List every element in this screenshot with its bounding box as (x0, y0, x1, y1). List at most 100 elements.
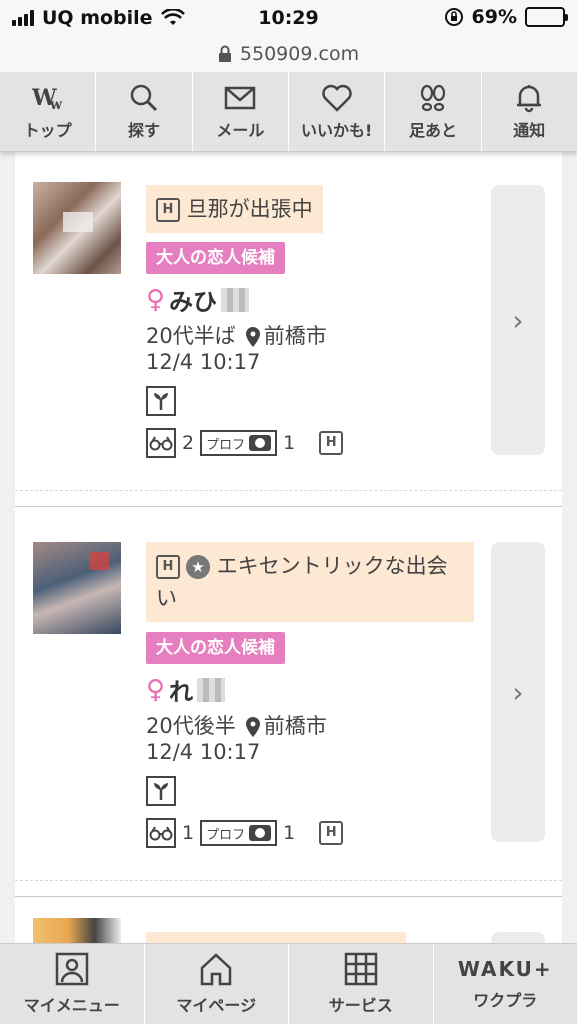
female-icon: ♀ (146, 284, 166, 315)
nav-notification[interactable]: 通知 (482, 72, 577, 151)
glasses-icon (146, 818, 176, 848)
nav-top[interactable]: Ww トップ (0, 72, 97, 151)
h-icon: H (319, 821, 344, 845)
prof-badge: プロフ (200, 430, 278, 456)
camera-icon (249, 825, 272, 841)
bell-icon (517, 84, 542, 112)
detail-arrow-button[interactable]: › (491, 185, 545, 455)
bottom-nav: マイメニュー マイページ サービス WAKU+ ワクプラ (0, 943, 577, 1024)
list-item[interactable]: H 旦那が出張中 大人の恋人候補 ♀ みひ 20代半ば 前橋市 12/4 10:1… (15, 152, 562, 507)
status-bar: UQ mobile 10:29 69% (0, 0, 577, 36)
nav-my-page[interactable]: マイページ (145, 944, 289, 1024)
ww-logo-icon: Ww (32, 85, 63, 113)
chevron-right-icon: › (512, 303, 524, 337)
glasses-count: 2 (182, 432, 195, 454)
h-icon: H (156, 198, 180, 222)
status-badge: 大人の恋人候補 (146, 632, 285, 664)
nav-like-label: いいかも! (300, 120, 373, 140)
nav-service[interactable]: サービス (289, 944, 434, 1024)
location-pin-icon (245, 717, 260, 737)
status-right: 69% (444, 6, 568, 28)
dashed-divider (15, 490, 562, 491)
lock-icon (218, 45, 231, 62)
person-icon (55, 952, 88, 986)
top-nav: Ww トップ 探す メール いいかも! 足あと 通知 (0, 72, 577, 152)
stats-row: 2 プロフ 1 H (146, 428, 344, 458)
headline: H 旦那が出張中 (146, 185, 323, 233)
card-divider (15, 506, 562, 507)
name-blur (221, 287, 250, 312)
detail-arrow-button[interactable]: › (491, 542, 545, 842)
name-blur (197, 677, 226, 702)
nav-like[interactable]: いいかも! (289, 72, 386, 151)
list-item[interactable] (15, 898, 562, 944)
list-item[interactable]: H ★ エキセントリックな出会い 大人の恋人候補 ♀ れ 20代後半 前橋市 12/… (15, 508, 562, 898)
address-bar[interactable]: 550909.com (0, 36, 577, 72)
member-name: ♀ れ (146, 672, 226, 707)
waku-plus-icon: WAKU+ (457, 957, 553, 981)
name-text: みひ (169, 288, 218, 316)
nav-notification-label: 通知 (513, 120, 546, 140)
tag-row (146, 776, 176, 806)
glasses-icon (146, 428, 176, 458)
avatar-mask-detail (63, 212, 93, 232)
location-pin-icon (245, 327, 260, 347)
nav-wakupura-label: ワクプラ (473, 991, 538, 1010)
nav-footprint-label: 足あと (408, 120, 457, 140)
camera-icon (249, 435, 272, 451)
card-divider (15, 896, 562, 897)
heart-icon (321, 84, 352, 112)
dashed-divider (15, 880, 562, 881)
grid-icon (344, 952, 377, 986)
h-icon: H (319, 431, 344, 455)
avatar[interactable] (33, 182, 121, 274)
photo-count: 1 (283, 822, 296, 844)
age-text: 20代半ば (146, 324, 236, 348)
avatar[interactable] (33, 918, 121, 944)
avatar-red-detail (89, 552, 109, 570)
search-icon (130, 84, 158, 111)
nav-my-page-label: マイページ (176, 996, 257, 1015)
mail-icon (225, 86, 256, 109)
sprout-icon (146, 776, 176, 806)
prof-label: プロフ (206, 437, 246, 453)
datetime: 12/4 10:17 (146, 350, 261, 374)
datetime: 12/4 10:17 (146, 740, 261, 764)
prof-badge: プロフ (200, 820, 278, 846)
home-icon (201, 953, 232, 986)
nav-search-label: 探す (127, 120, 160, 140)
nav-my-menu[interactable]: マイメニュー (0, 944, 145, 1024)
location-text: 前橋市 (263, 714, 327, 738)
battery-icon (525, 7, 568, 27)
member-name: ♀ みひ (146, 282, 250, 317)
battery-percent: 69% (471, 6, 517, 28)
headline-text: 旦那が出張中 (186, 197, 313, 221)
status-badge: 大人の恋人候補 (146, 242, 285, 274)
sprout-icon (146, 386, 176, 416)
nav-mail[interactable]: メール (193, 72, 289, 151)
nav-footprint[interactable]: 足あと (385, 72, 482, 151)
star-icon: ★ (186, 555, 210, 579)
tag-row (146, 386, 176, 416)
member-list: H 旦那が出張中 大人の恋人候補 ♀ みひ 20代半ば 前橋市 12/4 10:1… (15, 152, 562, 944)
chevron-right-icon: › (512, 675, 524, 709)
nav-service-label: サービス (328, 996, 393, 1015)
avatar[interactable] (33, 542, 121, 634)
headline: H ★ エキセントリックな出会い (146, 542, 474, 622)
nav-top-label: トップ (23, 120, 72, 140)
age-location: 20代後半 前橋市 (146, 710, 327, 740)
url-text: 550909.com (239, 43, 360, 65)
svg-text:w: w (49, 97, 63, 113)
photo-count: 1 (283, 432, 296, 454)
nav-wakupura[interactable]: WAKU+ ワクプラ (434, 944, 577, 1024)
rotation-lock-icon (444, 8, 463, 26)
glasses-count: 1 (182, 822, 195, 844)
location-text: 前橋市 (263, 324, 327, 348)
footprint-icon (420, 84, 446, 111)
nav-mail-label: メール (216, 120, 265, 140)
stats-row: 1 プロフ 1 H (146, 818, 344, 848)
age-text: 20代後半 (146, 714, 236, 738)
nav-search[interactable]: 探す (96, 72, 193, 151)
nav-my-menu-label: マイメニュー (23, 996, 120, 1015)
age-location: 20代半ば 前橋市 (146, 320, 327, 350)
